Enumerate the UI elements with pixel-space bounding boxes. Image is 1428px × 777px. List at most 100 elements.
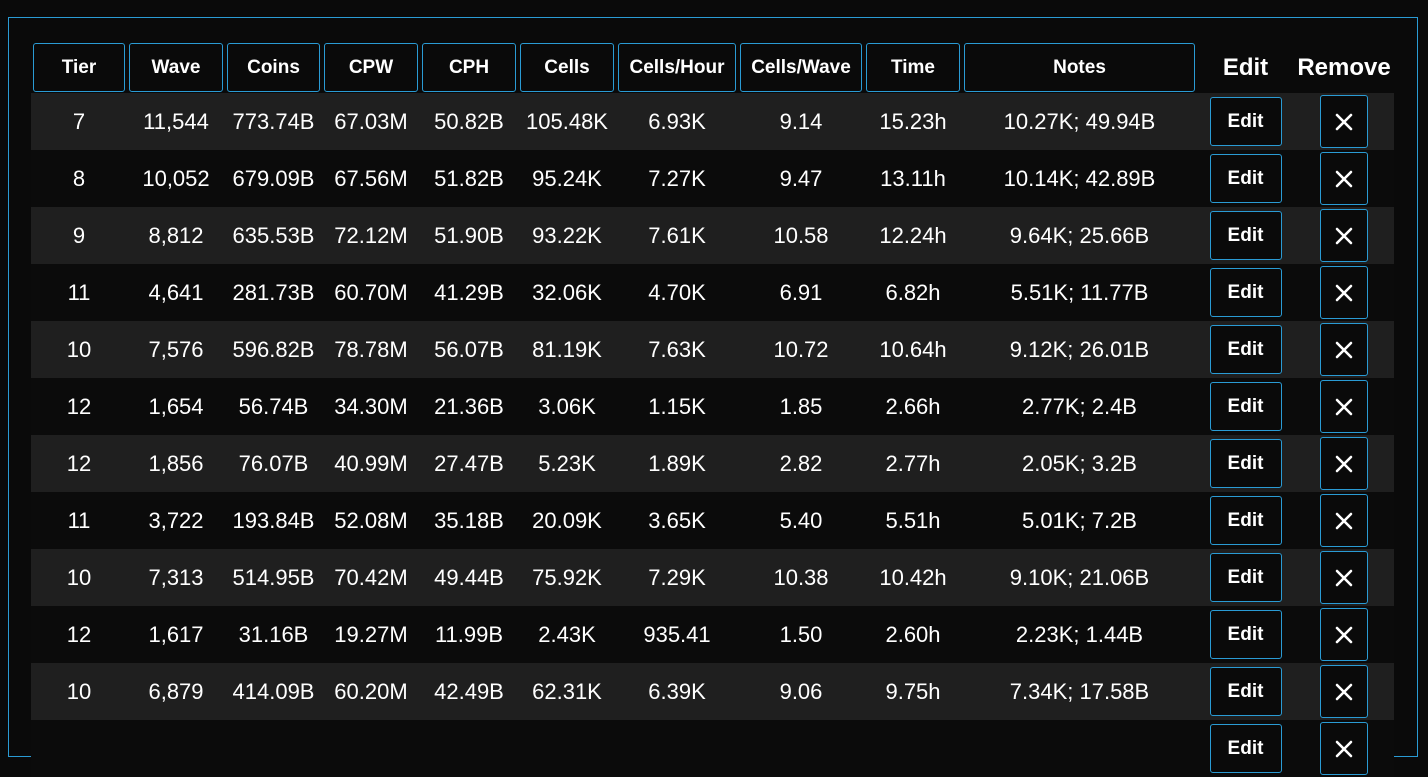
remove-button[interactable] [1320,95,1368,148]
cells-per-hour-cell: 7.61K [616,207,738,264]
remove-cell [1294,93,1394,150]
cells-cell: 95.24K [518,150,616,207]
edit-button[interactable]: Edit [1209,610,1282,659]
col-time[interactable]: Time [864,42,962,93]
tier-cell: 11 [31,492,127,549]
remove-button[interactable] [1320,722,1368,775]
cells-per-wave-cell: 9.06 [738,663,864,720]
remove-button[interactable] [1320,380,1368,433]
cph-cell: 11.99B [420,606,518,663]
edit-button[interactable]: Edit [1209,97,1282,146]
cells-per-wave-cell: 9.47 [738,150,864,207]
col-cells-per-hour[interactable]: Cells/Hour [616,42,738,93]
edit-button[interactable]: Edit [1209,154,1282,203]
cph-cell: 50.82B [420,93,518,150]
cph-cell [420,720,518,777]
tier-cell: 11 [31,264,127,321]
cph-cell: 27.47B [420,435,518,492]
close-icon [1335,227,1353,244]
edit-cell: Edit [1197,720,1294,777]
edit-button[interactable]: Edit [1209,382,1282,431]
table-row: 8 10,052 679.09B 67.56M 51.82B 95.24K 7.27K 9.4… [31,150,1394,207]
cells-per-hour-cell [616,720,738,777]
edit-button[interactable]: Edit [1209,553,1282,602]
coins-cell: 56.74B [225,378,322,435]
col-cpw[interactable]: CPW [322,42,420,93]
time-cell: 9.75h [864,663,962,720]
notes-cell: 10.14K; 42.89B [962,150,1197,207]
cells-per-hour-cell: 4.70K [616,264,738,321]
tier-cell: 12 [31,378,127,435]
time-cell: 5.51h [864,492,962,549]
remove-cell [1294,150,1394,207]
table-row: Edit [31,720,1394,777]
coins-cell: 679.09B [225,150,322,207]
edit-button[interactable]: Edit [1209,667,1282,716]
cph-cell: 41.29B [420,264,518,321]
cpw-cell: 67.56M [322,150,420,207]
time-cell: 15.23h [864,93,962,150]
col-notes[interactable]: Notes [962,42,1197,93]
wave-cell [127,720,225,777]
remove-button[interactable] [1320,551,1368,604]
time-cell [864,720,962,777]
edit-cell: Edit [1197,549,1294,606]
cph-cell: 51.90B [420,207,518,264]
cells-per-wave-cell: 5.40 [738,492,864,549]
cells-cell: 81.19K [518,321,616,378]
col-cph[interactable]: CPH [420,42,518,93]
notes-cell: 5.01K; 7.2B [962,492,1197,549]
edit-button[interactable]: Edit [1209,211,1282,260]
wave-cell: 4,641 [127,264,225,321]
edit-cell: Edit [1197,93,1294,150]
col-wave[interactable]: Wave [127,42,225,93]
remove-button[interactable] [1320,608,1368,661]
coins-cell: 193.84B [225,492,322,549]
edit-button[interactable]: Edit [1209,268,1282,317]
edit-button[interactable]: Edit [1209,439,1282,488]
time-cell: 10.42h [864,549,962,606]
col-cells-per-wave[interactable]: Cells/Wave [738,42,864,93]
tier-cell: 10 [31,549,127,606]
time-cell: 12.24h [864,207,962,264]
coins-cell: 596.82B [225,321,322,378]
remove-button[interactable] [1320,209,1368,262]
remove-button[interactable] [1320,152,1368,205]
notes-cell: 2.77K; 2.4B [962,378,1197,435]
edit-button[interactable]: Edit [1209,724,1282,773]
cells-cell: 75.92K [518,549,616,606]
cph-cell: 56.07B [420,321,518,378]
edit-button[interactable]: Edit [1209,325,1282,374]
remove-button[interactable] [1320,323,1368,376]
cpw-cell: 72.12M [322,207,420,264]
col-tier[interactable]: Tier [31,42,127,93]
col-cells[interactable]: Cells [518,42,616,93]
edit-cell: Edit [1197,663,1294,720]
coins-cell: 281.73B [225,264,322,321]
remove-button[interactable] [1320,665,1368,718]
coins-cell [225,720,322,777]
col-coins[interactable]: Coins [225,42,322,93]
close-icon [1335,626,1353,643]
remove-cell [1294,492,1394,549]
remove-cell [1294,264,1394,321]
close-icon [1335,284,1353,301]
edit-cell: Edit [1197,435,1294,492]
cells-cell: 2.43K [518,606,616,663]
notes-cell: 5.51K; 11.77B [962,264,1197,321]
tier-cell: 12 [31,435,127,492]
header-row: Tier Wave Coins CPW CPH Cells Cells/Hour… [31,42,1394,93]
wave-cell: 7,576 [127,321,225,378]
wave-cell: 1,654 [127,378,225,435]
remove-button[interactable] [1320,437,1368,490]
cells-per-wave-cell: 10.38 [738,549,864,606]
time-cell: 6.82h [864,264,962,321]
edit-button[interactable]: Edit [1209,496,1282,545]
wave-cell: 7,313 [127,549,225,606]
remove-button[interactable] [1320,494,1368,547]
wave-cell: 1,617 [127,606,225,663]
close-icon [1335,170,1353,187]
remove-button[interactable] [1320,266,1368,319]
coins-cell: 635.53B [225,207,322,264]
remove-cell [1294,720,1394,777]
